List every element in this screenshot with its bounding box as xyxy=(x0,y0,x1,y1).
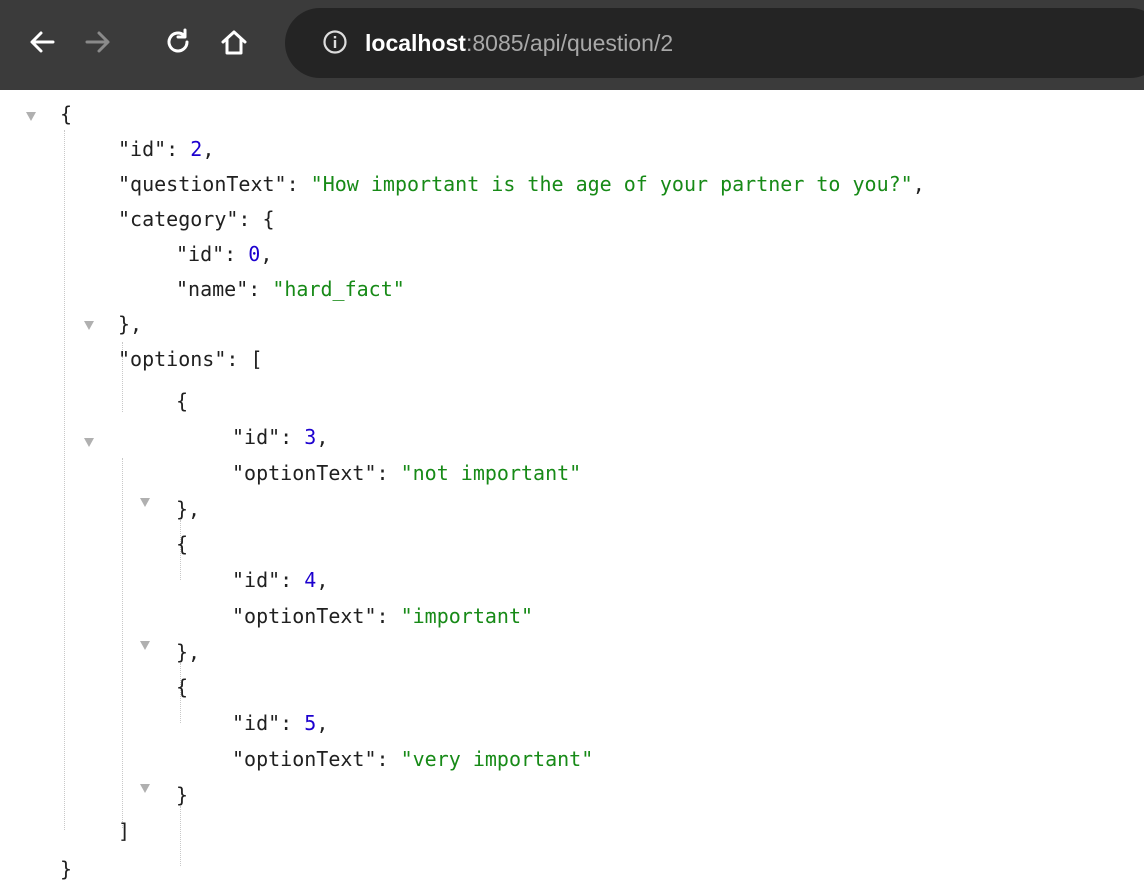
json-option-text: "optionText": "not important" xyxy=(232,461,582,485)
collapse-options-icon[interactable] xyxy=(84,438,94,447)
json-option-close: }, xyxy=(176,640,201,664)
json-option-close: } xyxy=(176,783,189,807)
site-info-icon[interactable] xyxy=(315,22,355,62)
indent-guide xyxy=(180,806,181,866)
json-viewer: { "id": 2, "questionText": "How importan… xyxy=(0,90,1144,881)
back-arrow-icon[interactable] xyxy=(22,22,62,62)
forward-arrow-icon[interactable] xyxy=(78,22,118,62)
indent-guide xyxy=(64,130,65,830)
json-line-question-text: "questionText": "How important is the ag… xyxy=(118,172,925,196)
json-option-id: "id": 3, xyxy=(232,425,329,449)
indent-guide xyxy=(122,458,123,828)
reload-icon[interactable] xyxy=(158,22,198,62)
json-line-id: "id": 2, xyxy=(118,137,215,161)
json-line-options-close: ] xyxy=(118,819,131,843)
json-option-id: "id": 4, xyxy=(232,568,329,592)
json-option-id: "id": 5, xyxy=(232,711,329,735)
json-root-open: { xyxy=(60,102,73,126)
json-line-category: "category": { xyxy=(118,207,275,231)
json-line-category-id: "id": 0, xyxy=(176,242,273,266)
url-path: :8085/api/question/2 xyxy=(465,30,674,56)
json-root-close: } xyxy=(60,857,73,881)
url-host: localhost xyxy=(365,30,466,56)
json-option-open: { xyxy=(176,389,189,413)
collapse-root-icon[interactable] xyxy=(26,112,36,121)
json-line-category-name: "name": "hard_fact" xyxy=(176,277,405,301)
json-option-text: "optionText": "important" xyxy=(232,604,534,628)
json-option-open: { xyxy=(176,675,189,699)
json-line-options: "options": [ xyxy=(118,347,263,371)
url-text[interactable]: localhost:8085/api/question/2 xyxy=(365,26,673,60)
collapse-option-3-icon[interactable] xyxy=(140,784,150,793)
collapse-category-icon[interactable] xyxy=(84,321,94,330)
collapse-option-2-icon[interactable] xyxy=(140,641,150,650)
json-line-category-close: }, xyxy=(118,312,143,336)
collapse-option-1-icon[interactable] xyxy=(140,498,150,507)
json-option-text: "optionText": "very important" xyxy=(232,747,594,771)
home-icon[interactable] xyxy=(214,22,254,62)
browser-toolbar: localhost:8085/api/question/2 xyxy=(0,0,1144,90)
json-option-open: { xyxy=(176,532,189,556)
json-option-close: }, xyxy=(176,497,201,521)
